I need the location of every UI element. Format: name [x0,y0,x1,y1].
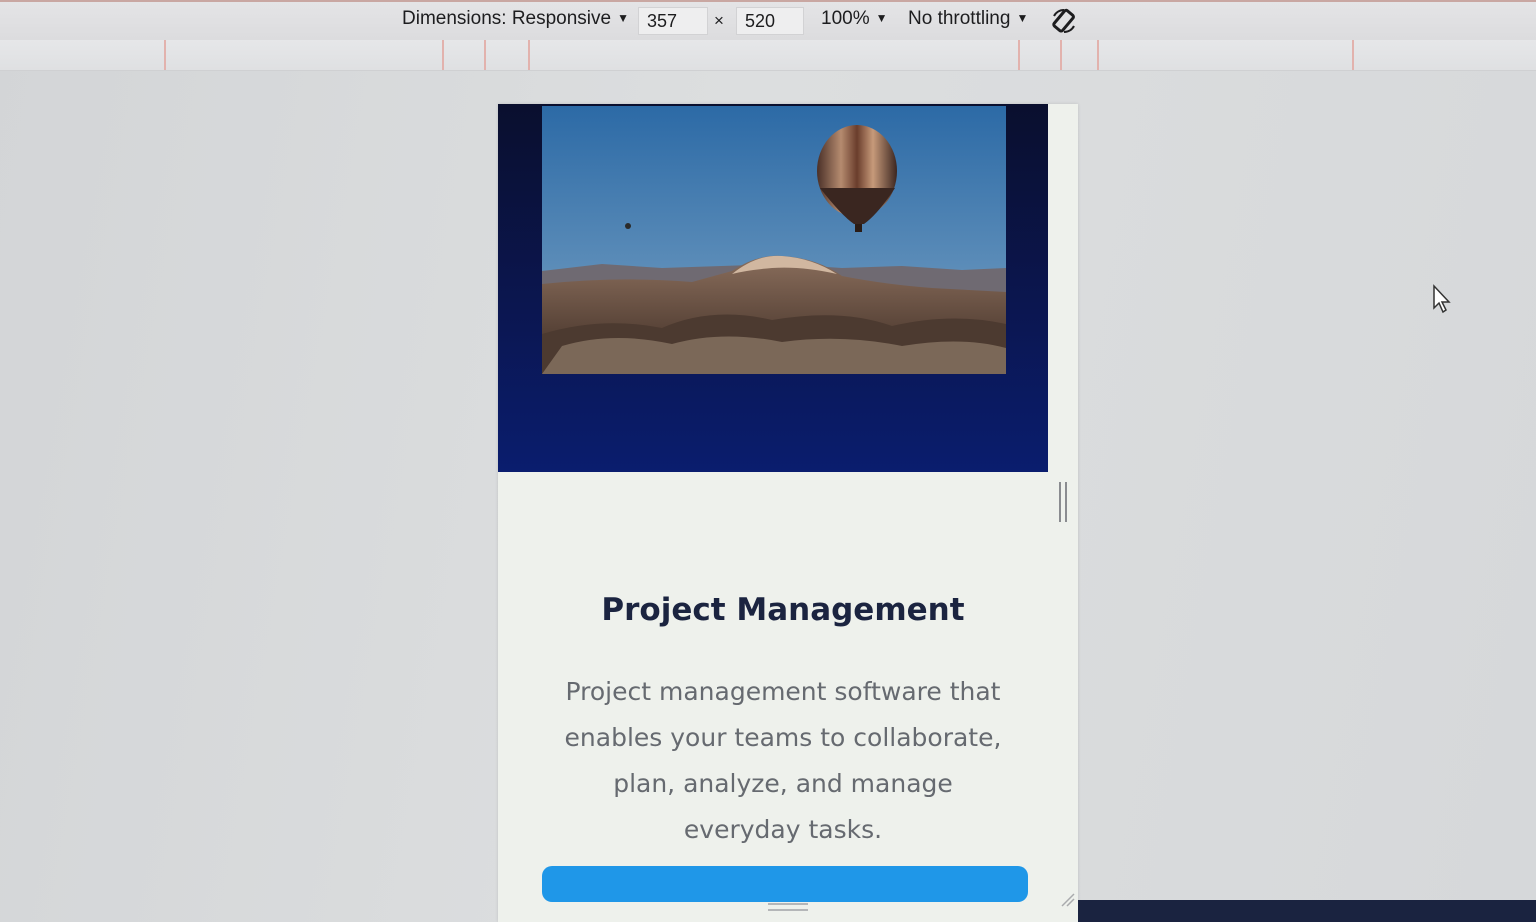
times-symbol: × [714,11,724,30]
card-title: Project Management [601,592,965,628]
height-input[interactable] [736,7,804,35]
media-query-ruler[interactable] [0,40,1536,71]
mouse-cursor-icon [1432,284,1454,316]
ruler-tick [484,40,486,70]
resize-handle-bottom[interactable] [768,903,808,911]
zoom-dropdown[interactable]: 100% ▼ [821,8,888,30]
hot-air-balloon-photo [542,106,1006,374]
ruler-tick [1097,40,1099,70]
caret-down-icon: ▼ [617,11,629,25]
card-hero [498,104,1048,472]
ruler-tick [442,40,444,70]
device-viewport: Project Management Project management so… [498,104,1078,922]
device-toolbar: Dimensions: Responsive ▼ × 100% ▼ No throt… [0,0,1536,40]
ruler-tick [528,40,530,70]
rotate-icon[interactable] [1050,7,1078,35]
resize-corner-icon[interactable] [1058,890,1076,908]
devtools-screen: Dimensions: Responsive ▼ × 100% ▼ No throt… [0,0,1536,922]
caret-down-icon: ▼ [1016,11,1029,25]
ruler-tick [1352,40,1354,70]
resize-handle-right[interactable] [1059,482,1067,522]
card-button[interactable] [542,866,1028,902]
dimensions-label: Dimensions: Responsive [402,8,612,29]
ruler-tick [1018,40,1020,70]
card-description: Project management software that enables… [564,677,1002,844]
caret-down-icon: ▼ [875,11,888,25]
monitor-bezel [1078,900,1536,922]
throttle-label: No throttling [908,8,1011,29]
width-input[interactable] [638,7,708,35]
zoom-label: 100% [821,8,870,29]
ruler-tick [164,40,166,70]
ruler-tick [1060,40,1062,70]
throttling-dropdown[interactable]: No throttling ▼ [908,8,1028,30]
dimensions-dropdown[interactable]: Dimensions: Responsive ▼ [402,8,629,30]
